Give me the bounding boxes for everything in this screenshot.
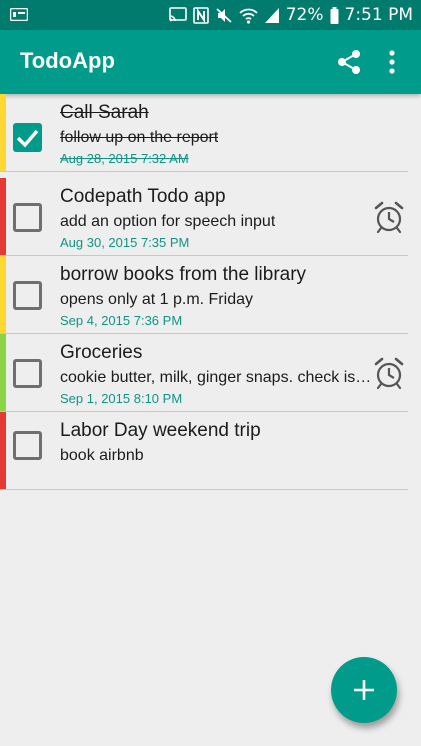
alarm-clock-icon[interactable] [372, 200, 406, 234]
add-todo-button[interactable] [331, 657, 397, 723]
todo-title: Labor Day weekend trip [60, 420, 261, 441]
todo-title: borrow books from the library [60, 264, 307, 285]
todo-title: Call Sarah [60, 102, 149, 123]
todo-date: Sep 4, 2015 7:36 PM [60, 313, 183, 328]
todo-item-labor-day-trip[interactable]: Labor Day weekend trip book airbnb [0, 412, 408, 490]
todo-note: add an option for speech input [60, 213, 276, 230]
todo-title: Groceries [60, 342, 143, 363]
todo-item-groceries[interactable]: Groceries cookie butter, milk, ginger sn… [0, 334, 408, 412]
share-icon[interactable] [336, 49, 362, 75]
todo-date: Aug 30, 2015 7:35 PM [60, 235, 190, 250]
todo-checkbox[interactable] [13, 431, 42, 460]
todo-checkbox[interactable] [13, 281, 42, 310]
wifi-icon [239, 8, 258, 24]
app-bar: TodoApp [0, 30, 421, 94]
todo-title: Codepath Todo app [60, 186, 226, 207]
priority-indicator [0, 94, 6, 171]
todo-note: follow up on the report [60, 129, 219, 146]
priority-indicator [0, 334, 6, 411]
cast-icon [168, 7, 187, 22]
todo-item-codepath-todo-app[interactable]: Codepath Todo app add an option for spee… [0, 178, 408, 256]
notification-icon [10, 8, 28, 21]
todo-date: Aug 28, 2015 7:32 AM [60, 151, 189, 166]
todo-item-call-sarah[interactable]: Call Sarah follow up on the report Aug 2… [0, 94, 408, 172]
todo-checkbox[interactable] [13, 359, 42, 388]
todo-date: Sep 1, 2015 8:10 PM [60, 391, 183, 406]
battery-icon [330, 6, 338, 24]
todo-note: book airbnb [60, 447, 144, 464]
priority-indicator [0, 178, 6, 255]
clock: 7:51 PM [344, 5, 414, 25]
todo-item-borrow-books[interactable]: borrow books from the library opens only… [0, 256, 408, 334]
nfc-icon [192, 6, 209, 24]
mute-icon [216, 7, 232, 23]
priority-indicator [0, 256, 6, 333]
battery-percentage: 72% [285, 5, 324, 25]
alarm-clock-icon[interactable] [372, 356, 406, 390]
todo-note: opens only at 1 p.m. Friday [60, 291, 253, 308]
todo-note: cookie butter, milk, ginger snaps. check… [60, 369, 372, 386]
status-icons: 72% 7:51 PM [168, 4, 414, 26]
app-title: TodoApp [20, 48, 115, 73]
plus-icon [354, 680, 374, 700]
more-vert-icon[interactable] [380, 49, 404, 75]
todo-checkbox[interactable] [13, 203, 42, 232]
priority-indicator [0, 412, 6, 489]
status-bar: 72% 7:51 PM [0, 0, 421, 30]
check-icon [16, 129, 39, 148]
todo-checkbox[interactable] [13, 123, 42, 152]
signal-icon [264, 7, 279, 23]
